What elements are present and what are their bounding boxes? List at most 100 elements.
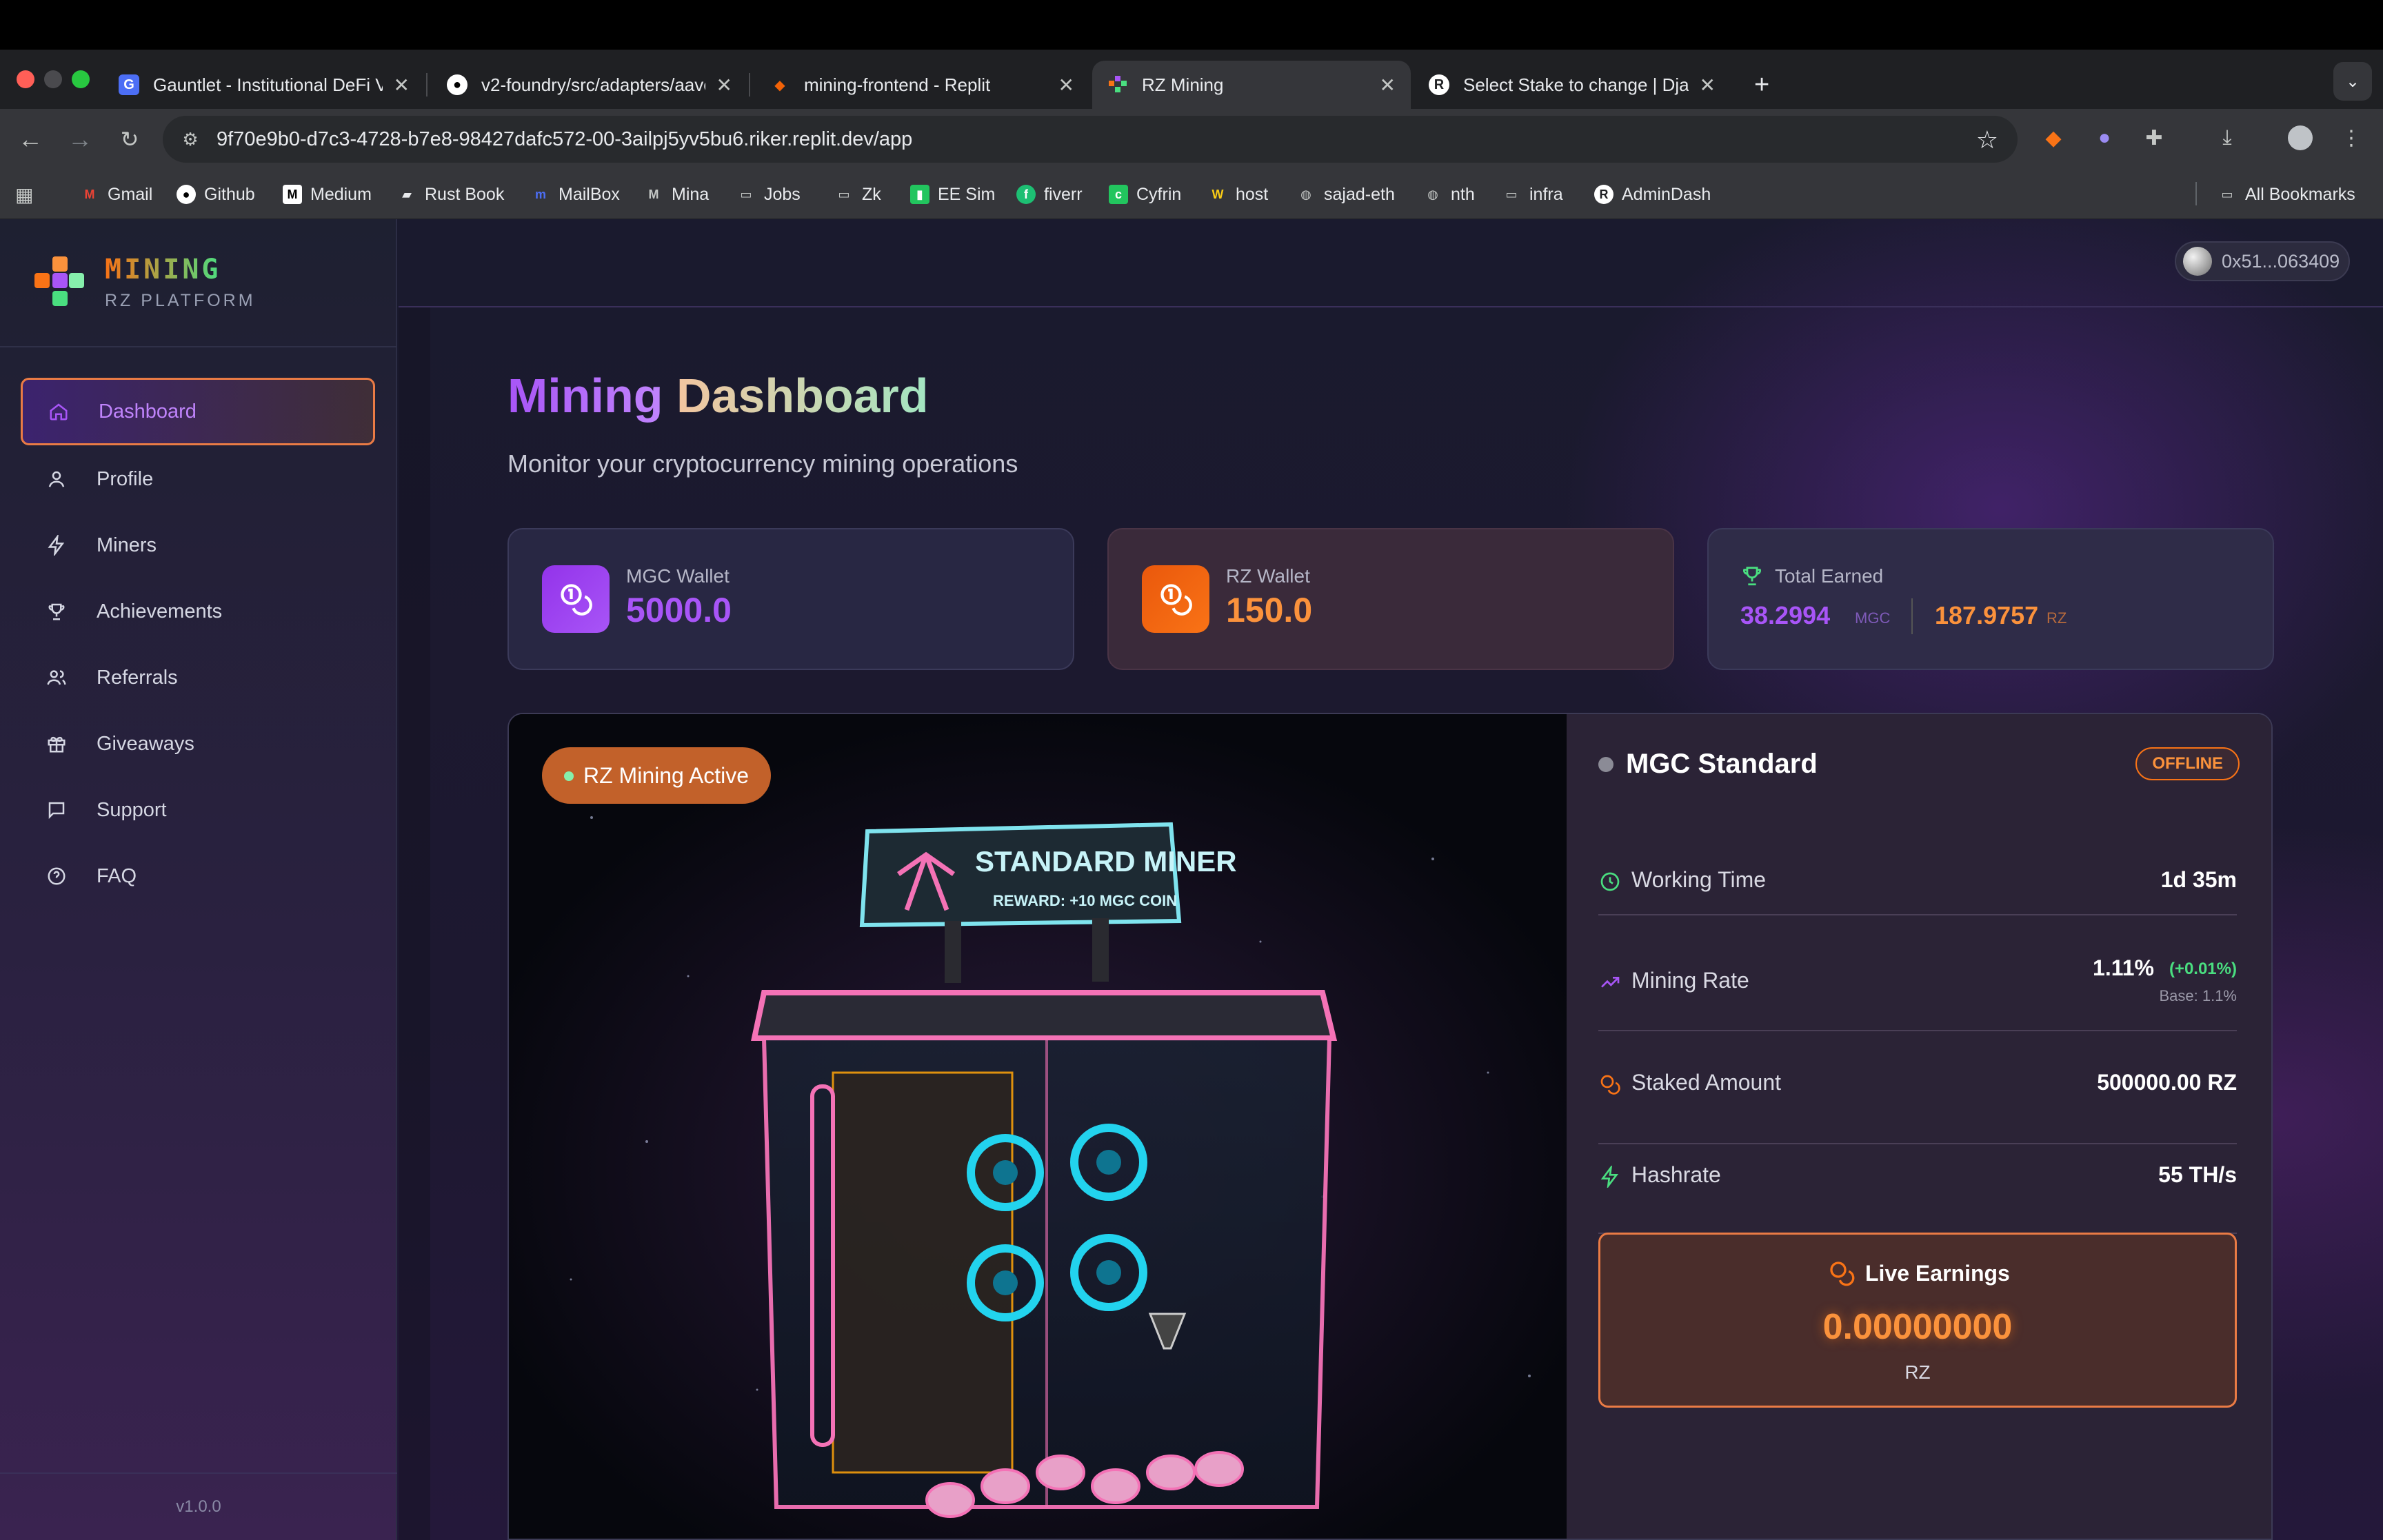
bookmark-label: Rust Book bbox=[425, 184, 505, 204]
bookmark-host[interactable]: Whost bbox=[1208, 181, 1269, 208]
github-icon: ● bbox=[177, 185, 196, 204]
total-mgc-value: 38.2994 bbox=[1740, 601, 1831, 629]
reload-button[interactable]: ↻ bbox=[113, 123, 146, 156]
bookmark-admindash[interactable]: R AdminDash bbox=[1594, 181, 1711, 208]
wallet-avatar bbox=[2183, 247, 2212, 276]
home-icon bbox=[45, 398, 72, 425]
profile-avatar[interactable] bbox=[2288, 125, 2313, 150]
bookmark-label: Zk bbox=[862, 184, 881, 204]
close-tab-icon[interactable]: ✕ bbox=[716, 74, 732, 97]
browser-tab[interactable]: G Gauntlet - Institutional DeFi V ✕ bbox=[103, 61, 425, 109]
mining-active-badge: RZ Mining Active bbox=[542, 747, 772, 804]
trophy-icon bbox=[1740, 564, 1764, 591]
bookmark-nth[interactable]: ◍ nth bbox=[1423, 181, 1475, 208]
bookmark-cyfrin[interactable]: c Cyfrin bbox=[1109, 181, 1181, 208]
bookmark-label: EE Sim bbox=[938, 184, 996, 204]
gmail-icon: M bbox=[84, 187, 95, 201]
site-settings-icon[interactable]: ⚙ bbox=[178, 127, 203, 152]
forward-button[interactable]: → bbox=[63, 123, 97, 156]
mining-rate-label: Mining Rate bbox=[1631, 968, 1749, 993]
close-tab-icon[interactable]: ✕ bbox=[1380, 74, 1396, 97]
bookmark-medium[interactable]: M Medium bbox=[283, 181, 372, 208]
django-favicon-icon: R bbox=[1429, 74, 1449, 95]
bookmark-mailbox[interactable]: m MailBox bbox=[531, 181, 620, 208]
app-version: v1.0.0 bbox=[176, 1497, 221, 1516]
total-mgc-unit: MGC bbox=[1855, 609, 1891, 627]
extension-ghost-icon[interactable]: ● bbox=[2091, 124, 2118, 152]
miner-panel: STANDARD MINER REWARD: +10 MGC COIN RZ M… bbox=[507, 713, 2273, 1540]
medium-icon: M bbox=[283, 185, 302, 204]
bookmark-mina[interactable]: M Mina bbox=[644, 181, 710, 208]
mining-active-label: RZ Mining Active bbox=[583, 762, 750, 788]
all-bookmarks-folder[interactable]: ▭ All Bookmarks bbox=[2218, 181, 2355, 208]
total-divider bbox=[1911, 598, 1913, 634]
bookmark-folder-infra[interactable]: ▭ infra bbox=[1502, 181, 1563, 208]
minimize-window-button[interactable] bbox=[44, 70, 62, 88]
plus-icon: + bbox=[1754, 70, 1770, 99]
live-earnings-unit: RZ bbox=[1904, 1361, 1931, 1383]
sidebar-item-achievements[interactable]: Achievements bbox=[21, 578, 375, 645]
bookmark-label: infra bbox=[1529, 184, 1563, 204]
close-window-button[interactable] bbox=[17, 70, 34, 88]
metamask-extension-icon[interactable]: ◆ bbox=[2040, 124, 2067, 152]
bolt-icon bbox=[1598, 1165, 1622, 1188]
tab-search-button[interactable]: ⌄ bbox=[2333, 62, 2372, 101]
coins-icon bbox=[1828, 1259, 1856, 1290]
sidebar-item-referrals[interactable]: Referrals bbox=[21, 644, 375, 711]
hashrate-value: 55 TH/s bbox=[2158, 1162, 2237, 1187]
trophy-icon bbox=[43, 598, 70, 625]
standard-miner-image: STANDARD MINER REWARD: +10 MGC COIN bbox=[509, 714, 1567, 1539]
address-bar[interactable]: ⚙ 9f70e9b0-d7c3-4728-b7e8-98427dafc572-0… bbox=[163, 116, 2018, 163]
close-tab-icon[interactable]: ✕ bbox=[1058, 74, 1074, 97]
bookmark-gmail[interactable]: M Gmail bbox=[80, 181, 153, 208]
miner-name: MGC Standard bbox=[1626, 749, 1818, 779]
gauntlet-favicon-icon: G bbox=[119, 74, 139, 95]
mina-icon: M bbox=[648, 187, 659, 201]
live-earnings-box: Live Earnings 0.00000000 RZ bbox=[1598, 1233, 2237, 1408]
browser-tab[interactable]: ◆ mining-frontend - Replit ✕ bbox=[754, 61, 1089, 109]
bookmark-star-icon[interactable]: ☆ bbox=[1976, 125, 1998, 154]
mailbox-icon: m bbox=[534, 187, 546, 201]
bookmark-github[interactable]: ● Github bbox=[177, 181, 255, 208]
sidebar-item-miners[interactable]: Miners bbox=[21, 511, 375, 579]
bookmark-folder-jobs[interactable]: ▭ Jobs bbox=[736, 181, 800, 208]
bookmark-sajad-eth[interactable]: ◍ sajad-eth bbox=[1296, 181, 1395, 208]
tab-title: RZ Mining bbox=[1142, 74, 1224, 95]
bookmark-rust-book[interactable]: ▰ Rust Book bbox=[397, 181, 504, 208]
sidebar-item-profile[interactable]: Profile bbox=[21, 445, 375, 513]
browser-tab-active[interactable]: RZ Mining ✕ bbox=[1092, 61, 1411, 109]
globe-icon: ◍ bbox=[1300, 187, 1311, 201]
bookmark-ee-sim[interactable]: ▮ EE Sim bbox=[910, 181, 995, 208]
bookmark-folder-zk[interactable]: ▭ Zk bbox=[834, 181, 881, 208]
arrow-right-icon: → bbox=[68, 125, 92, 153]
new-tab-button[interactable]: + bbox=[1743, 61, 1791, 109]
bookmark-label: host bbox=[1236, 184, 1269, 204]
download-icon[interactable]: ⤓ bbox=[2213, 124, 2241, 152]
status-badge: OFFLINE bbox=[2135, 747, 2240, 780]
sidebar-item-dashboard[interactable]: Dashboard bbox=[21, 378, 375, 445]
app-header bbox=[399, 219, 2383, 307]
close-tab-icon[interactable]: ✕ bbox=[394, 74, 410, 97]
staked-amount-value: 500000.00 RZ bbox=[2097, 1070, 2237, 1095]
back-button[interactable]: ← bbox=[14, 123, 47, 156]
trending-up-icon bbox=[1598, 971, 1622, 994]
bookmark-fiverr[interactable]: f fiverr bbox=[1016, 181, 1083, 208]
sidebar-item-faq[interactable]: FAQ bbox=[21, 842, 375, 910]
zoom-window-button[interactable] bbox=[72, 70, 90, 88]
browser-tab[interactable]: ● v2-foundry/src/adapters/aave ✕ bbox=[432, 61, 747, 109]
wallet-address-button[interactable]: 0x51...063409 bbox=[2175, 241, 2350, 281]
browser-tab[interactable]: R Select Stake to change | Djan ✕ bbox=[1414, 61, 1731, 109]
wallet-address: 0x51...063409 bbox=[2222, 250, 2340, 272]
sidebar-item-support[interactable]: Support bbox=[21, 776, 375, 844]
apps-grid-icon[interactable]: ▦ bbox=[15, 181, 33, 208]
sidebar-item-giveaways[interactable]: Giveaways bbox=[21, 710, 375, 778]
extensions-puzzle-icon[interactable]: ✚ bbox=[2140, 124, 2168, 152]
brand-title: MINING bbox=[105, 254, 221, 285]
tab-title: Gauntlet - Institutional DeFi V bbox=[153, 74, 383, 95]
brand-subtitle: RZ PLATFORM bbox=[105, 291, 256, 310]
browser-menu-icon[interactable]: ⋮ bbox=[2337, 124, 2365, 152]
bookmark-label: Medium bbox=[310, 184, 372, 204]
coins-icon bbox=[1142, 565, 1209, 633]
message-icon bbox=[43, 796, 70, 824]
close-tab-icon[interactable]: ✕ bbox=[1700, 74, 1716, 97]
